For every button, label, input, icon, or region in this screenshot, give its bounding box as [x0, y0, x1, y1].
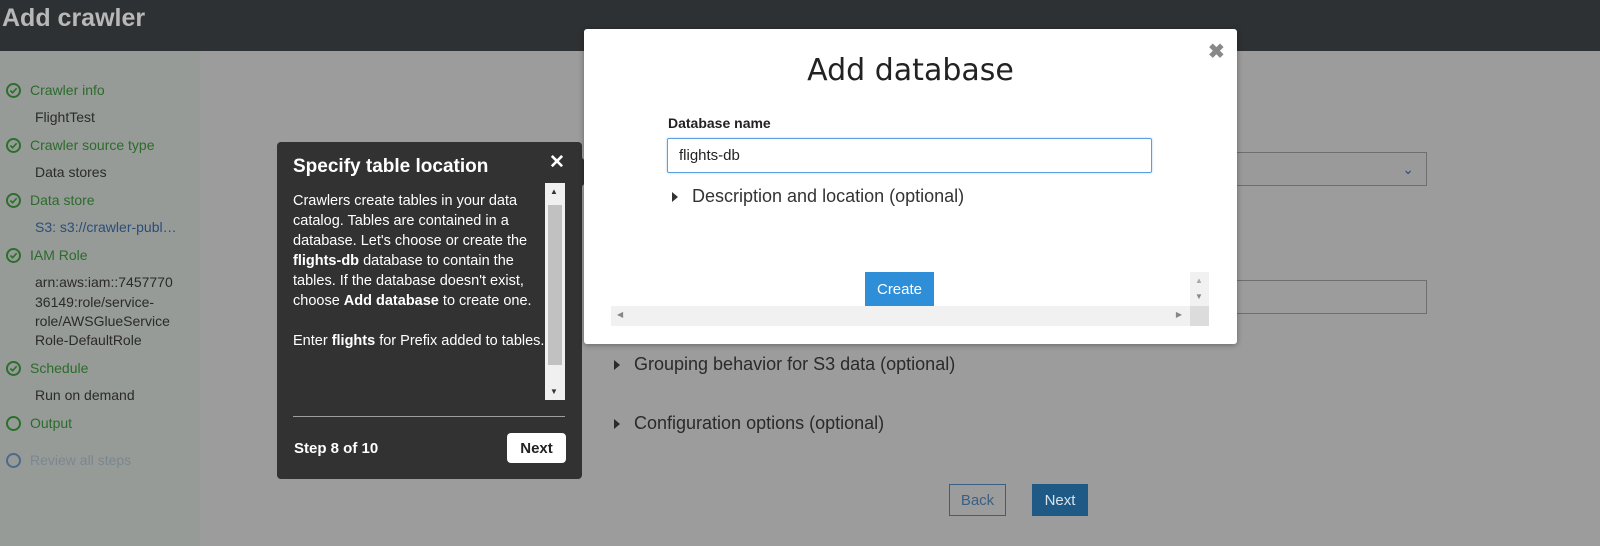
page-title: Add crawler — [2, 4, 146, 32]
scroll-down-arrow-icon[interactable]: ▼ — [1195, 292, 1203, 301]
create-button[interactable]: Create — [865, 272, 934, 307]
guided-tour-popover: Specify table location ✕ Crawlers create… — [277, 142, 582, 479]
sidebar-step-detail-link[interactable]: S3: s3://crawler-publ… — [35, 218, 177, 237]
tour-body: Crawlers create tables in your data cata… — [293, 191, 547, 371]
sidebar-step-output[interactable]: Output — [6, 415, 72, 431]
caret-right-icon — [614, 359, 620, 370]
scroll-up-arrow-icon[interactable]: ▲ — [1195, 276, 1203, 285]
sidebar-step-label: Crawler info — [30, 82, 105, 98]
prefix-input[interactable] — [1236, 280, 1427, 314]
sidebar-step-data-store[interactable]: Data store — [6, 192, 95, 208]
sidebar-step-detail: 36149:role/service- — [35, 294, 155, 310]
sidebar-step-detail: Data stores — [35, 164, 107, 180]
scroll-up-arrow-icon[interactable]: ▲ — [550, 187, 558, 196]
sidebar-step-detail: role/AWSGlueService — [35, 313, 170, 329]
tour-step-counter: Step 8 of 10 — [294, 440, 379, 457]
scrollbar-thumb[interactable] — [548, 205, 562, 365]
circle-icon — [6, 415, 21, 431]
sidebar-step-detail: Run on demand — [35, 387, 135, 403]
close-icon[interactable]: ✕ — [549, 151, 565, 174]
database-name-input[interactable] — [667, 138, 1152, 173]
check-circle-icon — [6, 247, 21, 263]
divider — [293, 416, 565, 417]
sidebar-step-detail: Role-DefaultRole — [35, 332, 142, 348]
scroll-down-arrow-icon[interactable]: ▼ — [550, 387, 558, 396]
check-circle-icon — [6, 137, 21, 153]
tour-scrollbar[interactable]: ▲ ▼ — [545, 183, 565, 400]
circle-icon — [6, 452, 21, 468]
check-circle-icon — [6, 360, 21, 376]
database-select[interactable]: ⌄ — [1236, 152, 1427, 186]
sidebar-step-schedule[interactable]: Schedule — [6, 360, 88, 376]
sidebar-step-crawler-info[interactable]: Crawler info — [6, 82, 105, 98]
sidebar-step-crawler-source-type[interactable]: Crawler source type — [6, 137, 155, 153]
sidebar-step-detail: FlightTest — [35, 109, 95, 125]
sidebar-step-detail: arn:aws:iam::7457770 — [35, 274, 173, 290]
check-circle-icon — [6, 82, 21, 98]
sidebar-step-label: IAM Role — [30, 247, 88, 263]
caret-right-icon — [672, 191, 678, 202]
next-button[interactable]: Next — [1032, 484, 1088, 516]
caret-right-icon — [614, 418, 620, 429]
check-circle-icon — [6, 192, 21, 208]
tour-next-button[interactable]: Next — [507, 433, 566, 463]
tour-paragraph: Enter flights for Prefix added to tables… — [293, 333, 545, 349]
sidebar-step-label: Output — [30, 415, 73, 431]
scrollbar-corner — [1190, 306, 1209, 326]
horizontal-scrollbar[interactable]: ◀ ▶ — [611, 306, 1190, 326]
add-database-dialog: ✖ Add database Database name Description… — [584, 29, 1237, 344]
sidebar-step-label: Data store — [30, 192, 95, 208]
configuration-options-expander[interactable]: Configuration options (optional) — [614, 413, 884, 434]
dialog-title: Add database — [807, 53, 1014, 88]
tour-title: Specify table location — [293, 156, 489, 177]
sidebar-step-label: Crawler source type — [30, 137, 155, 153]
tour-paragraph: Crawlers create tables in your data cata… — [293, 193, 532, 309]
scroll-left-arrow-icon[interactable]: ◀ — [617, 310, 623, 319]
sidebar-step-review[interactable]: Review all steps — [6, 452, 131, 468]
description-location-expander[interactable]: Description and location (optional) — [672, 186, 964, 207]
sidebar-step-iam-role[interactable]: IAM Role — [6, 247, 88, 263]
sidebar-step-label: Review all steps — [30, 452, 132, 468]
expander-label: Description and location (optional) — [692, 186, 965, 206]
sidebar-step-label: Schedule — [30, 360, 89, 376]
expander-label: Configuration options (optional) — [634, 413, 885, 433]
scroll-right-arrow-icon[interactable]: ▶ — [1176, 310, 1182, 319]
grouping-behavior-expander[interactable]: Grouping behavior for S3 data (optional) — [614, 354, 955, 375]
database-name-label: Database name — [668, 115, 771, 131]
chevron-down-icon: ⌄ — [1402, 161, 1414, 177]
expander-label: Grouping behavior for S3 data (optional) — [634, 354, 956, 374]
back-button[interactable]: Back — [949, 484, 1006, 516]
